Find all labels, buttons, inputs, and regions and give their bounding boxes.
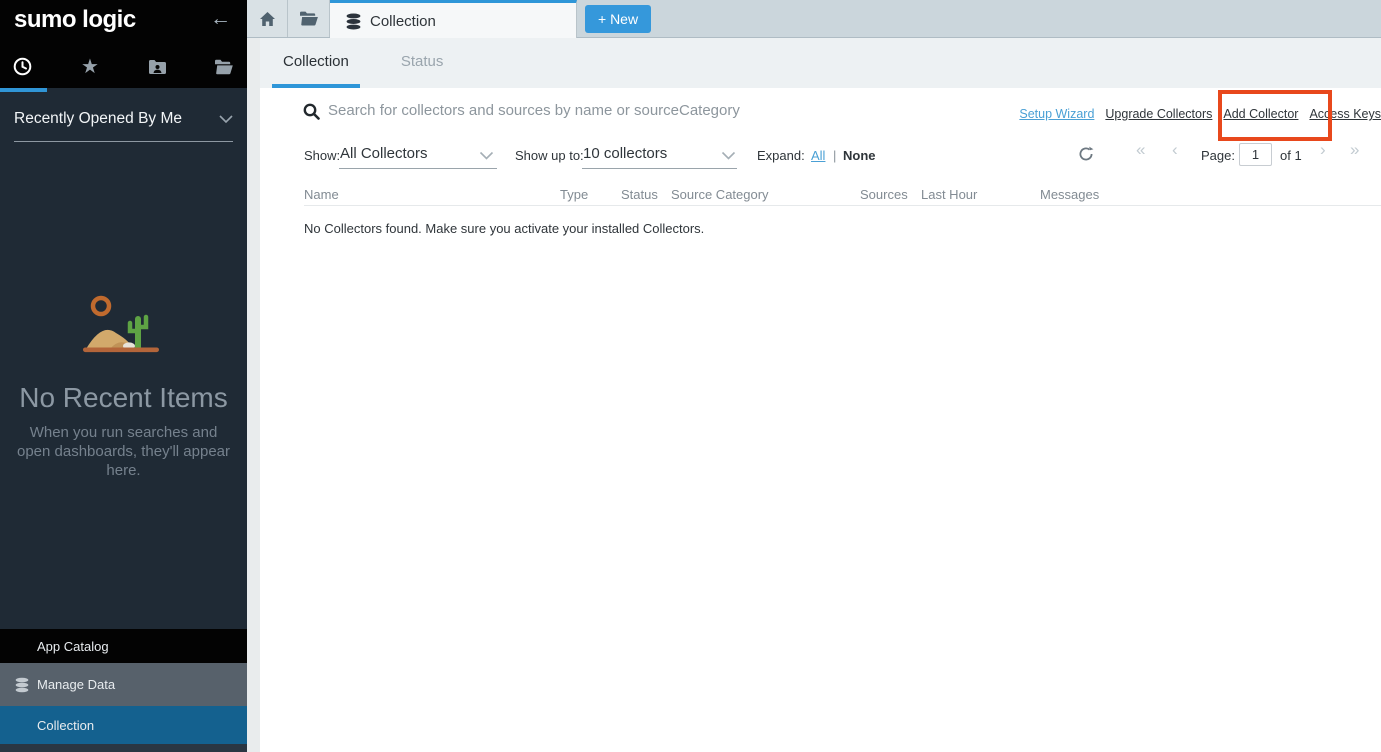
tab-status[interactable]: Status <box>390 38 455 88</box>
collection-content: Setup Wizard Upgrade Collectors Add Coll… <box>260 88 1381 752</box>
page-label: Page: <box>1201 148 1235 163</box>
show-collectors-dropdown[interactable]: All Collectors <box>340 145 428 162</box>
tab-collection[interactable]: Collection <box>272 38 360 88</box>
open-folder-icon <box>214 59 234 75</box>
last-page-icon[interactable]: » <box>1350 141 1359 158</box>
library-tab-button[interactable] <box>288 0 330 37</box>
next-page-icon[interactable]: › <box>1320 141 1326 158</box>
search-icon <box>303 103 320 120</box>
no-recent-items-caption: When you run searches and open dashboard… <box>11 423 236 480</box>
first-page-icon[interactable]: « <box>1136 141 1145 158</box>
refresh-icon[interactable] <box>1078 146 1094 162</box>
dropdown-underline <box>582 168 737 169</box>
column-header-status[interactable]: Status <box>621 187 658 202</box>
column-header-type[interactable]: Type <box>560 187 588 202</box>
setup-wizard-link[interactable]: Setup Wizard <box>1019 107 1094 121</box>
subtab-bar: Collection Status <box>260 38 1381 88</box>
personal-folder-icon <box>148 59 167 75</box>
star-icon: ★ <box>81 57 99 77</box>
sidebar-item-app-catalog[interactable]: App Catalog <box>0 629 247 663</box>
sidebar-item-collection[interactable]: Collection <box>0 706 247 744</box>
show-label: Show: <box>304 148 340 163</box>
limit-dropdown[interactable]: 10 collectors <box>583 145 667 162</box>
sidebar-bottom-menu: App Catalog Manage Data Collection <box>0 629 247 752</box>
sidebar-tab-recent[interactable] <box>7 45 37 88</box>
menu-label: App Catalog <box>37 639 109 654</box>
chevron-down-icon <box>219 115 233 123</box>
search-input[interactable] <box>328 96 948 124</box>
empty-table-message: No Collectors found. Make sure you activ… <box>304 221 704 236</box>
upgrade-collectors-link[interactable]: Upgrade Collectors <box>1105 107 1212 121</box>
access-keys-link[interactable]: Access Keys <box>1309 107 1381 121</box>
chevron-down-icon[interactable] <box>721 151 736 160</box>
desert-illustration <box>82 292 164 358</box>
column-header-source-category[interactable]: Source Category <box>671 187 769 202</box>
collection-document-tab[interactable]: Collection <box>330 0 577 39</box>
new-button[interactable]: + New <box>585 5 651 33</box>
sidebar-tab-favorites[interactable]: ★ <box>75 45 105 88</box>
column-header-sources[interactable]: Sources <box>860 187 908 202</box>
sidebar: sumo logic ← ★ <box>0 0 247 752</box>
main-panel: Collection Status Setup Wizard Upgrade C… <box>260 38 1381 752</box>
folder-icon <box>299 11 319 26</box>
clock-icon <box>13 57 32 76</box>
menu-label: Manage Data <box>37 677 115 692</box>
page-number-input[interactable] <box>1239 143 1272 166</box>
no-recent-items-title: No Recent Items <box>0 382 247 414</box>
sidebar-bottom-strip <box>0 744 247 752</box>
collector-action-links: Setup Wizard Upgrade Collectors Add Coll… <box>1019 107 1381 121</box>
sidebar-active-tab-indicator <box>0 88 47 92</box>
app-window: sumo logic ← ★ <box>0 0 1381 752</box>
expand-label: Expand: <box>757 148 805 163</box>
dropdown-underline <box>339 168 497 169</box>
separator: | <box>833 148 836 163</box>
sidebar-nav-icons: ★ <box>0 45 247 88</box>
sumo-logic-logo: sumo logic <box>14 6 136 34</box>
tab-title: Collection <box>370 13 436 30</box>
column-header-last-hour[interactable]: Last Hour <box>921 187 977 202</box>
column-header-messages[interactable]: Messages <box>1040 187 1099 202</box>
add-collector-link[interactable]: Add Collector <box>1223 107 1298 121</box>
column-header-name[interactable]: Name <box>304 187 339 202</box>
sidebar-item-manage-data[interactable]: Manage Data <box>0 663 247 706</box>
content-gutter <box>247 38 260 752</box>
prev-page-icon[interactable]: ‹ <box>1172 141 1178 158</box>
expand-all-link[interactable]: All <box>811 148 825 163</box>
show-up-to-label: Show up to: <box>515 148 584 163</box>
recent-scope-dropdown[interactable]: Recently Opened By Me <box>14 110 233 142</box>
home-icon <box>259 11 276 27</box>
collapse-sidebar-icon[interactable]: ← <box>210 7 231 31</box>
database-icon <box>14 677 30 693</box>
sidebar-tab-library[interactable] <box>209 45 239 88</box>
table-header-divider <box>304 205 1381 206</box>
logo-bar: sumo logic ← <box>0 0 247 45</box>
page-total: of 1 <box>1280 148 1302 163</box>
recent-scope-label: Recently Opened By Me <box>14 110 182 128</box>
top-tab-strip: Collection + New <box>247 0 1381 38</box>
menu-label: Collection <box>37 718 94 733</box>
sidebar-tab-shared[interactable] <box>142 45 172 88</box>
expand-none-link[interactable]: None <box>843 148 876 163</box>
home-tab-button[interactable] <box>247 0 288 37</box>
database-icon <box>345 13 362 30</box>
chevron-down-icon[interactable] <box>479 151 494 160</box>
